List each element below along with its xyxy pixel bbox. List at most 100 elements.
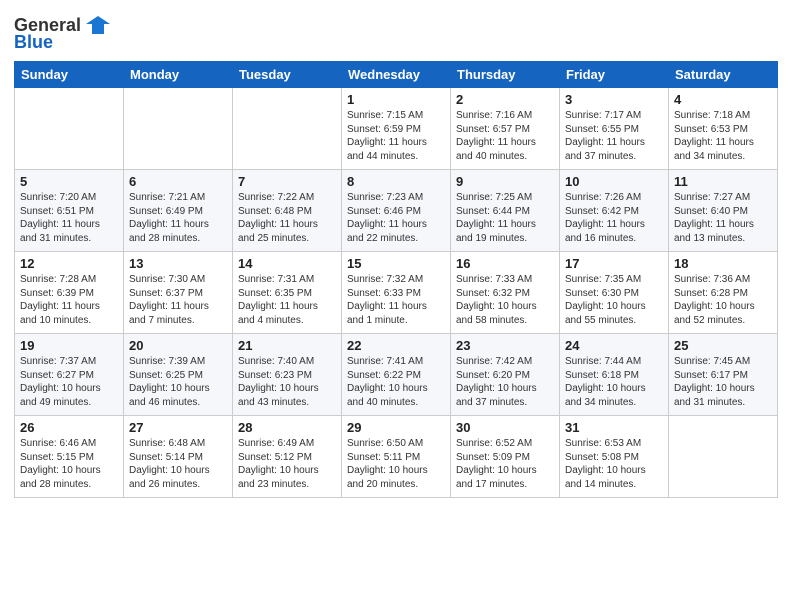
logo-blue: Blue	[14, 32, 53, 53]
header: General Blue	[14, 10, 778, 53]
col-header-friday: Friday	[560, 62, 669, 88]
day-info: Sunrise: 7:27 AM Sunset: 6:40 PM Dayligh…	[674, 191, 772, 245]
calendar-cell	[124, 88, 233, 170]
calendar-cell: 2 Sunrise: 7:16 AM Sunset: 6:57 PM Daylig…	[451, 88, 560, 170]
calendar-cell: 14Sunrise: 7:31 AM Sunset: 6:35 PM Dayli…	[233, 252, 342, 334]
logo: General Blue	[14, 14, 112, 53]
day-number: 5	[20, 174, 118, 189]
calendar-cell: 24 Sunrise: 7:44 AM Sunset: 6:18 PM Dayli…	[560, 334, 669, 416]
calendar-cell: 5 Sunrise: 7:20 AM Sunset: 6:51 PM Daylig…	[15, 170, 124, 252]
calendar-cell: 13 Sunrise: 7:30 AM Sunset: 6:37 PM Dayli…	[124, 252, 233, 334]
day-number: 20	[129, 338, 227, 353]
day-info: Sunrise: 7:33 AM Sunset: 6:32 PM Dayligh…	[456, 273, 554, 327]
day-info: Sunrise: 7:23 AM Sunset: 6:46 PM Dayligh…	[347, 191, 445, 245]
week-row-4: 19 Sunrise: 7:37 AM Sunset: 6:27 PM Dayli…	[15, 334, 778, 416]
day-info: Sunrise: 7:32 AM Sunset: 6:33 PM Dayligh…	[347, 273, 445, 327]
day-info: Sunrise: 6:46 AM Sunset: 5:15 PM Dayligh…	[20, 437, 118, 491]
day-info: Sunrise: 7:17 AM Sunset: 6:55 PM Dayligh…	[565, 109, 663, 163]
calendar-cell: 22 Sunrise: 7:41 AM Sunset: 6:22 PM Dayli…	[342, 334, 451, 416]
day-number: 16	[456, 256, 554, 271]
calendar-cell: 31Sunrise: 6:53 AM Sunset: 5:08 PM Dayli…	[560, 416, 669, 498]
col-header-sunday: Sunday	[15, 62, 124, 88]
day-number: 29	[347, 420, 445, 435]
day-info: Sunrise: 7:44 AM Sunset: 6:18 PM Dayligh…	[565, 355, 663, 409]
day-number: 19	[20, 338, 118, 353]
col-header-monday: Monday	[124, 62, 233, 88]
calendar-cell: 29 Sunrise: 6:50 AM Sunset: 5:11 PM Dayli…	[342, 416, 451, 498]
week-row-3: 12 Sunrise: 7:28 AM Sunset: 6:39 PM Dayli…	[15, 252, 778, 334]
day-info: Sunrise: 6:52 AM Sunset: 5:09 PM Dayligh…	[456, 437, 554, 491]
day-number: 6	[129, 174, 227, 189]
day-info: Sunrise: 7:26 AM Sunset: 6:42 PM Dayligh…	[565, 191, 663, 245]
day-info: Sunrise: 7:25 AM Sunset: 6:44 PM Dayligh…	[456, 191, 554, 245]
week-row-5: 26 Sunrise: 6:46 AM Sunset: 5:15 PM Dayli…	[15, 416, 778, 498]
day-info: Sunrise: 6:53 AM Sunset: 5:08 PM Dayligh…	[565, 437, 663, 491]
day-info: Sunrise: 7:37 AM Sunset: 6:27 PM Dayligh…	[20, 355, 118, 409]
col-header-wednesday: Wednesday	[342, 62, 451, 88]
calendar-cell: 8 Sunrise: 7:23 AM Sunset: 6:46 PM Daylig…	[342, 170, 451, 252]
day-number: 10	[565, 174, 663, 189]
day-info: Sunrise: 7:39 AM Sunset: 6:25 PM Dayligh…	[129, 355, 227, 409]
day-number: 30	[456, 420, 554, 435]
col-header-tuesday: Tuesday	[233, 62, 342, 88]
day-info: Sunrise: 6:50 AM Sunset: 5:11 PM Dayligh…	[347, 437, 445, 491]
calendar-cell	[15, 88, 124, 170]
day-number: 21	[238, 338, 336, 353]
day-number: 15	[347, 256, 445, 271]
day-number: 27	[129, 420, 227, 435]
day-info: Sunrise: 7:28 AM Sunset: 6:39 PM Dayligh…	[20, 273, 118, 327]
calendar-cell	[669, 416, 778, 498]
calendar-cell: 21 Sunrise: 7:40 AM Sunset: 6:23 PM Dayli…	[233, 334, 342, 416]
calendar-cell: 3 Sunrise: 7:17 AM Sunset: 6:55 PM Daylig…	[560, 88, 669, 170]
calendar-cell: 28 Sunrise: 6:49 AM Sunset: 5:12 PM Dayli…	[233, 416, 342, 498]
day-number: 9	[456, 174, 554, 189]
day-number: 28	[238, 420, 336, 435]
day-number: 8	[347, 174, 445, 189]
calendar-cell: 15 Sunrise: 7:32 AM Sunset: 6:33 PM Dayli…	[342, 252, 451, 334]
day-info: Sunrise: 7:42 AM Sunset: 6:20 PM Dayligh…	[456, 355, 554, 409]
day-info: Sunrise: 7:15 AM Sunset: 6:59 PM Dayligh…	[347, 109, 445, 163]
calendar-cell: 26 Sunrise: 6:46 AM Sunset: 5:15 PM Dayli…	[15, 416, 124, 498]
day-info: Sunrise: 7:35 AM Sunset: 6:30 PM Dayligh…	[565, 273, 663, 327]
calendar-cell: 23Sunrise: 7:42 AM Sunset: 6:20 PM Dayli…	[451, 334, 560, 416]
calendar-cell: 19 Sunrise: 7:37 AM Sunset: 6:27 PM Dayli…	[15, 334, 124, 416]
day-number: 18	[674, 256, 772, 271]
day-number: 13	[129, 256, 227, 271]
day-info: Sunrise: 7:40 AM Sunset: 6:23 PM Dayligh…	[238, 355, 336, 409]
day-info: Sunrise: 7:31 AM Sunset: 6:35 PM Dayligh…	[238, 273, 336, 327]
calendar-cell: 17 Sunrise: 7:35 AM Sunset: 6:30 PM Dayli…	[560, 252, 669, 334]
day-number: 12	[20, 256, 118, 271]
day-info: Sunrise: 7:30 AM Sunset: 6:37 PM Dayligh…	[129, 273, 227, 327]
day-number: 26	[20, 420, 118, 435]
calendar-table: SundayMondayTuesdayWednesdayThursdayFrid…	[14, 61, 778, 498]
day-number: 22	[347, 338, 445, 353]
col-header-saturday: Saturday	[669, 62, 778, 88]
calendar-cell: 18 Sunrise: 7:36 AM Sunset: 6:28 PM Dayli…	[669, 252, 778, 334]
day-number: 1	[347, 92, 445, 107]
page: General Blue SundayMondayTuesdayWednesda…	[0, 0, 792, 612]
day-info: Sunrise: 7:41 AM Sunset: 6:22 PM Dayligh…	[347, 355, 445, 409]
day-number: 17	[565, 256, 663, 271]
day-info: Sunrise: 7:16 AM Sunset: 6:57 PM Dayligh…	[456, 109, 554, 163]
day-info: Sunrise: 7:21 AM Sunset: 6:49 PM Dayligh…	[129, 191, 227, 245]
day-number: 4	[674, 92, 772, 107]
calendar-cell: 1 Sunrise: 7:15 AM Sunset: 6:59 PM Daylig…	[342, 88, 451, 170]
calendar-cell: 6 Sunrise: 7:21 AM Sunset: 6:49 PM Daylig…	[124, 170, 233, 252]
day-info: Sunrise: 7:20 AM Sunset: 6:51 PM Dayligh…	[20, 191, 118, 245]
day-number: 24	[565, 338, 663, 353]
calendar-cell: 12 Sunrise: 7:28 AM Sunset: 6:39 PM Dayli…	[15, 252, 124, 334]
week-row-2: 5 Sunrise: 7:20 AM Sunset: 6:51 PM Daylig…	[15, 170, 778, 252]
day-info: Sunrise: 6:49 AM Sunset: 5:12 PM Dayligh…	[238, 437, 336, 491]
day-number: 3	[565, 92, 663, 107]
calendar-cell	[233, 88, 342, 170]
day-number: 2	[456, 92, 554, 107]
day-number: 7	[238, 174, 336, 189]
day-number: 25	[674, 338, 772, 353]
calendar-cell: 7Sunrise: 7:22 AM Sunset: 6:48 PM Daylig…	[233, 170, 342, 252]
day-info: Sunrise: 7:36 AM Sunset: 6:28 PM Dayligh…	[674, 273, 772, 327]
calendar-cell: 16 Sunrise: 7:33 AM Sunset: 6:32 PM Dayli…	[451, 252, 560, 334]
day-info: Sunrise: 7:18 AM Sunset: 6:53 PM Dayligh…	[674, 109, 772, 163]
calendar-cell: 25Sunrise: 7:45 AM Sunset: 6:17 PM Dayli…	[669, 334, 778, 416]
col-header-thursday: Thursday	[451, 62, 560, 88]
calendar-cell: 9 Sunrise: 7:25 AM Sunset: 6:44 PM Daylig…	[451, 170, 560, 252]
